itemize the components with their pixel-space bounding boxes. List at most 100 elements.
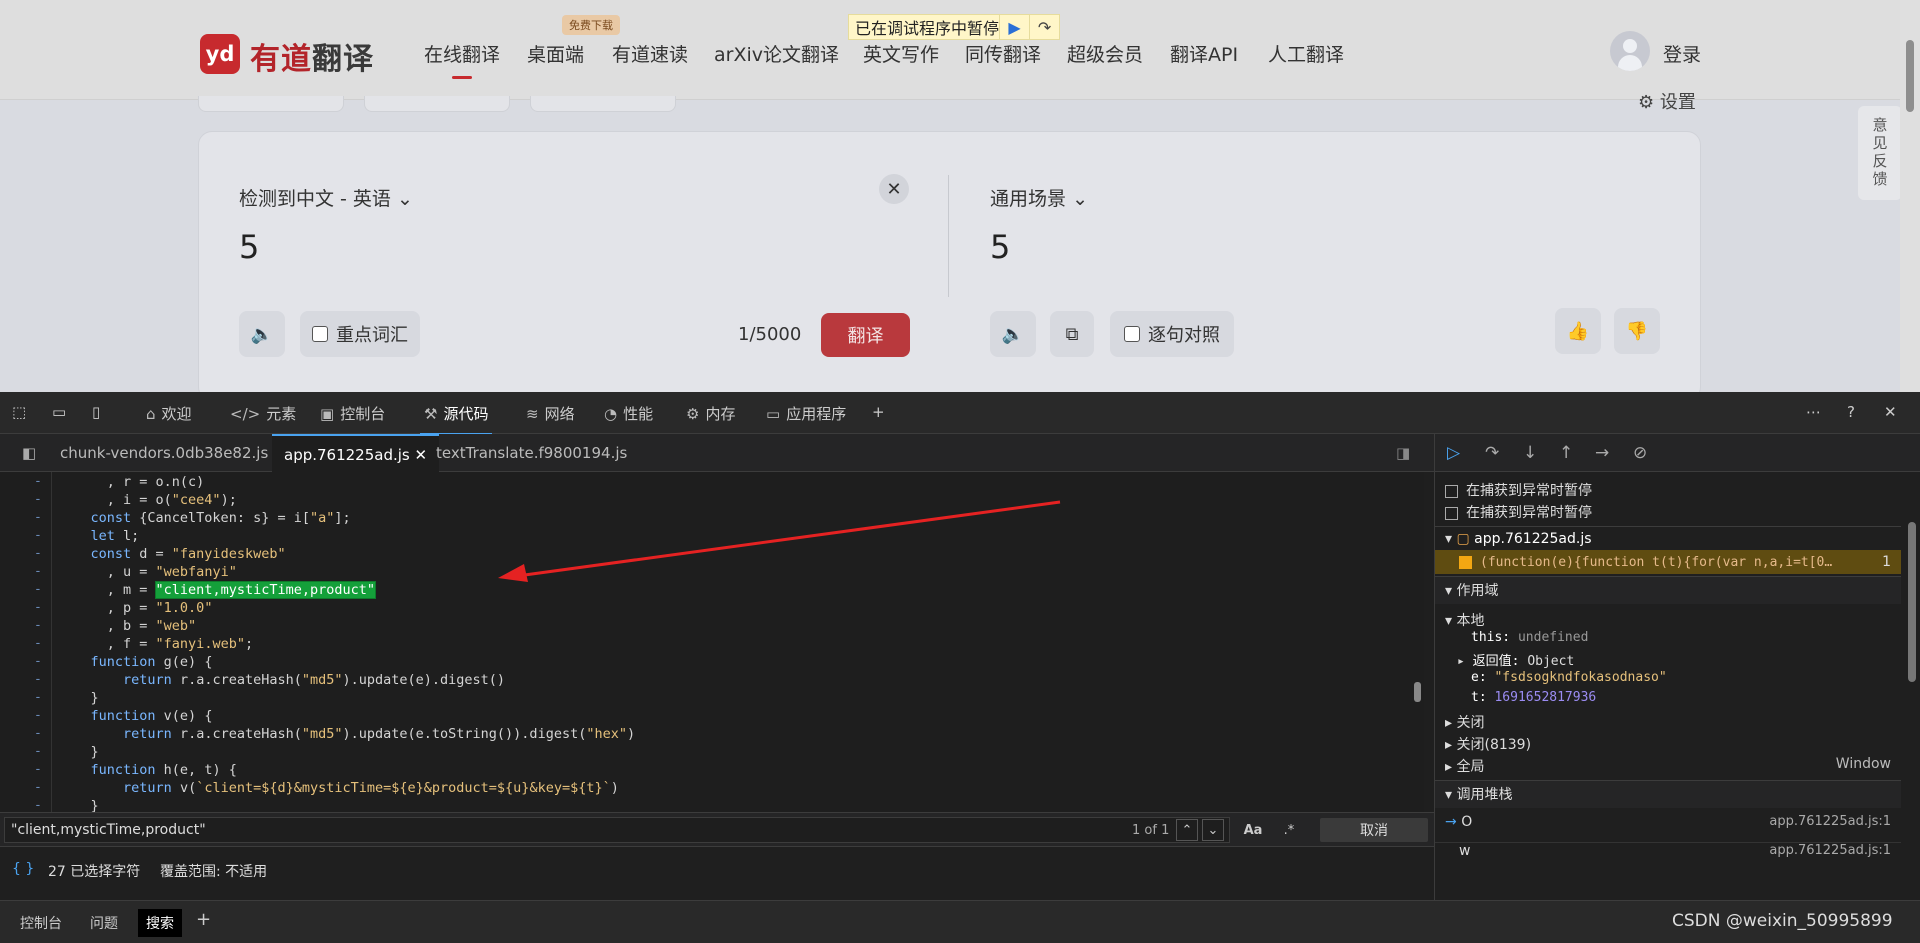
scene-select[interactable]: 通用场景 ⌄ <box>990 184 1088 211</box>
callstack-section-header[interactable]: ▾ 调用堆栈 <box>1435 780 1901 808</box>
tab-welcome[interactable]: ⌂ 欢迎 <box>146 403 192 424</box>
line-marker[interactable]: - <box>34 690 42 705</box>
checkbox[interactable] <box>1445 484 1458 498</box>
pane-scrollbar[interactable] <box>1905 482 1919 892</box>
tab-memory[interactable]: ⚙ 内存 <box>686 403 735 424</box>
line-marker[interactable]: - <box>34 672 42 687</box>
drawer-tab-console[interactable]: 控制台 <box>20 913 62 933</box>
tab-console[interactable]: ▣ 控制台 <box>320 403 385 424</box>
step-into-icon[interactable]: ↓ <box>1523 443 1537 463</box>
breakpoint-row[interactable]: (function(e){function t(t){for(var n,a,i… <box>1435 550 1901 574</box>
callstack-frame[interactable]: w app.761225ad.js:1 <box>1435 842 1901 864</box>
closure-row[interactable]: ▸ 关闭 <box>1435 712 1901 732</box>
chevron-up-icon[interactable]: ⌃ <box>1176 819 1198 841</box>
deactivate-breakpoints-icon[interactable]: ⊘ <box>1633 443 1647 463</box>
input-text[interactable]: 5 <box>239 228 259 266</box>
nav-desktop[interactable]: 桌面端 <box>527 40 584 67</box>
breakpoint-file-row[interactable]: ▾ ▢ app.761225ad.js <box>1435 526 1901 550</box>
sidebar-toggle-icon[interactable]: ◨ <box>1384 434 1422 472</box>
file-tab-texttranslate[interactable]: textTranslate.f9800194.js <box>424 434 639 472</box>
feedback-button[interactable]: 意见反馈 <box>1858 106 1902 200</box>
navigator-toggle-icon[interactable]: ◧ <box>10 434 48 472</box>
line-marker[interactable]: - <box>34 726 42 741</box>
speaker-icon[interactable]: 🔈 <box>239 311 285 357</box>
line-marker[interactable]: - <box>34 780 42 795</box>
scrollbar-thumb[interactable] <box>1908 522 1916 682</box>
nav-speed-read[interactable]: 有道速读 <box>612 40 688 67</box>
nav-vip[interactable]: 超级会员 <box>1067 40 1143 67</box>
pause-on-uncaught-row[interactable]: 在捕获到异常时暂停 <box>1435 502 1901 524</box>
dock-icon[interactable]: ▯ <box>92 403 100 421</box>
step-over-icon[interactable]: ↷ <box>1485 443 1499 463</box>
add-tab-icon[interactable]: + <box>872 403 885 421</box>
line-marker[interactable]: - <box>34 618 42 633</box>
speaker-icon[interactable]: 🔈 <box>990 311 1036 357</box>
scope-var-return[interactable]: ▸ 返回值: Object <box>1435 650 1901 669</box>
pretty-print-icon[interactable]: { } <box>12 861 34 877</box>
nav-arxiv[interactable]: arXiv论文翻译 <box>714 40 839 67</box>
sentence-compare-toggle[interactable]: 逐句对照 <box>1110 311 1234 357</box>
step-icon[interactable]: → <box>1595 443 1609 463</box>
file-tab-app[interactable]: app.761225ad.js ✕ <box>272 434 440 472</box>
chevron-down-icon[interactable]: ⌄ <box>1202 819 1224 841</box>
more-icon[interactable]: ⋯ <box>1806 403 1821 421</box>
nav-english-writing[interactable]: 英文写作 <box>863 40 939 67</box>
scrollbar-thumb[interactable] <box>1414 682 1421 702</box>
line-marker[interactable]: - <box>34 546 42 561</box>
line-marker[interactable]: - <box>34 744 42 759</box>
line-marker[interactable]: - <box>34 528 42 543</box>
close-icon[interactable]: ✕ <box>1884 403 1897 421</box>
line-marker[interactable]: - <box>34 492 42 507</box>
help-icon[interactable]: ? <box>1847 403 1855 421</box>
nav-api[interactable]: 翻译API <box>1170 40 1238 67</box>
checkbox[interactable] <box>1124 326 1140 342</box>
closure2-row[interactable]: ▸ 关闭(8139) <box>1435 734 1901 754</box>
resume-icon[interactable]: ▷ <box>1447 443 1460 463</box>
copy-icon[interactable]: ⧉ <box>1050 311 1094 357</box>
checkbox-checked[interactable] <box>1459 555 1472 569</box>
nav-simultaneous[interactable]: 同传翻译 <box>965 40 1041 67</box>
key-words-toggle[interactable]: 重点词汇 <box>300 311 420 357</box>
drawer-tab-issues[interactable]: 问题 <box>90 913 118 933</box>
code-scrollbar[interactable] <box>1410 472 1424 812</box>
file-tab-vendors[interactable]: chunk-vendors.0db38e82.js <box>48 434 280 472</box>
line-marker[interactable]: - <box>34 582 42 597</box>
settings-link[interactable]: ⚙ 设置 <box>1638 88 1696 114</box>
line-marker[interactable]: - <box>34 636 42 651</box>
translate-button[interactable]: 翻译 <box>821 313 910 357</box>
inspect-icon[interactable]: ⬚ <box>12 403 26 421</box>
add-tab-icon[interactable]: + <box>196 909 211 930</box>
logo-text[interactable]: 有道翻译 <box>250 34 374 78</box>
resume-icon[interactable]: ▶ <box>999 15 1029 39</box>
regex-button[interactable]: .* <box>1278 819 1300 841</box>
line-marker[interactable]: - <box>34 708 42 723</box>
line-marker[interactable]: - <box>34 510 42 525</box>
line-marker[interactable]: - <box>34 564 42 579</box>
tab-application[interactable]: ▭ 应用程序 <box>766 403 846 424</box>
thumbs-up-icon[interactable]: 👍 <box>1555 308 1601 354</box>
line-marker[interactable]: - <box>34 762 42 777</box>
line-marker[interactable]: - <box>34 798 42 812</box>
local-scope-row[interactable]: ▾ 本地 <box>1435 610 1901 630</box>
search-input[interactable] <box>4 817 1230 843</box>
thumbs-down-icon[interactable]: 👎 <box>1614 308 1660 354</box>
line-marker[interactable]: - <box>34 600 42 615</box>
step-out-icon[interactable]: ↑ <box>1559 443 1573 463</box>
global-row[interactable]: ▸ 全局 Window <box>1435 756 1901 776</box>
avatar[interactable] <box>1610 31 1650 71</box>
tab-elements[interactable]: </> 元素 <box>230 403 296 424</box>
tab-network[interactable]: ≋ 网络 <box>526 403 575 424</box>
logo-mark[interactable]: yd <box>200 34 240 74</box>
source-lang-select[interactable]: 检测到中文 - 英语 ⌄ <box>239 184 413 211</box>
tab-performance[interactable]: ◔ 性能 <box>604 403 653 424</box>
match-case-button[interactable]: Aa <box>1242 819 1264 841</box>
clear-input-icon[interactable]: ✕ <box>879 174 909 204</box>
scrollbar-thumb[interactable] <box>1906 40 1914 112</box>
pause-on-caught-row[interactable]: 在捕获到异常时暂停 <box>1435 480 1901 502</box>
checkbox[interactable] <box>312 326 328 342</box>
line-marker[interactable]: - <box>34 474 42 489</box>
nav-online-translate[interactable]: 在线翻译 <box>424 40 500 79</box>
line-marker[interactable]: - <box>34 654 42 669</box>
scope-section-header[interactable]: ▾ 作用域 <box>1435 576 1901 604</box>
checkbox[interactable] <box>1445 506 1458 520</box>
